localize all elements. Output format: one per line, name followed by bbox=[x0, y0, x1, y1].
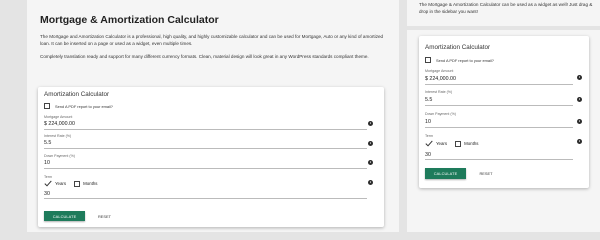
widget-pdf-report-checkbox[interactable] bbox=[425, 57, 431, 63]
widget-interest-rate-info-icon[interactable]: i bbox=[577, 97, 582, 102]
term-info-icon[interactable]: i bbox=[368, 180, 373, 185]
term-field: Term Years Months 30 bbox=[44, 175, 367, 199]
widget-calculator-card: Amortization Calculator Send A PDF repor… bbox=[419, 36, 589, 188]
widget-down-payment-info-icon[interactable]: i bbox=[577, 119, 582, 124]
widget-mortgage-amount-input[interactable]: $ 224,000.00 bbox=[425, 76, 456, 82]
widget-down-payment-field[interactable]: Down Payment (%) 10 bbox=[425, 112, 573, 128]
widget-term-years-label[interactable]: Years bbox=[436, 141, 447, 146]
term-years-label[interactable]: Years bbox=[55, 181, 66, 186]
widget-pdf-report-option[interactable]: Send A PDF report to your email? bbox=[425, 57, 494, 63]
term-label: Term bbox=[44, 175, 52, 179]
mortgage-amount-label: Mortgage Amount bbox=[44, 115, 73, 119]
term-months-label[interactable]: Months bbox=[83, 181, 97, 186]
widget-down-payment-label: Down Payment (%) bbox=[425, 112, 456, 116]
down-payment-info-icon[interactable]: i bbox=[368, 160, 373, 165]
widget-interest-rate-input[interactable]: 5.5 bbox=[425, 97, 432, 103]
widget-calculator-title: Amortization Calculator bbox=[425, 44, 491, 51]
interest-rate-field[interactable]: Interest Rate (%) 5.5 bbox=[44, 134, 367, 149]
term-input[interactable]: 30 bbox=[44, 191, 50, 197]
pdf-report-option[interactable]: Send A PDF report to your email? bbox=[44, 103, 113, 109]
widget-term-months-checkbox[interactable] bbox=[455, 140, 462, 147]
mortgage-amount-field[interactable]: Mortgage Amount $ 224,000.00 bbox=[44, 115, 367, 130]
term-options: Years Months bbox=[44, 180, 105, 187]
down-payment-label: Down Payment (%) bbox=[44, 154, 75, 158]
intro-paragraph-1: The Mortgage and Amortization Calculator… bbox=[40, 34, 384, 47]
mortgage-amount-input[interactable]: $ 224,000.00 bbox=[44, 121, 75, 127]
widget-term-field: Term Years Months 30 bbox=[425, 134, 573, 160]
widget-calculate-button[interactable]: CALCULATE bbox=[425, 168, 466, 179]
term-months-checkbox[interactable] bbox=[74, 180, 81, 187]
widget-term-input[interactable]: 30 bbox=[425, 152, 431, 158]
calculator-title: Amortization Calculator bbox=[44, 91, 110, 98]
intro-text: The Mortgage and Amortization Calculator… bbox=[40, 33, 385, 60]
intro-paragraph-2: Completely translation ready and support… bbox=[40, 53, 369, 59]
pdf-report-label: Send A PDF report to your email? bbox=[55, 103, 113, 109]
down-payment-input[interactable]: 10 bbox=[44, 160, 50, 166]
widget-mortgage-amount-info-icon[interactable]: i bbox=[577, 75, 582, 80]
widget-pdf-report-label: Send A PDF report to your email? bbox=[436, 57, 494, 63]
interest-rate-label: Interest Rate (%) bbox=[44, 134, 72, 138]
main-content-panel: Mortgage & Amortization Calculator The M… bbox=[27, 0, 399, 232]
widget-term-months-label[interactable]: Months bbox=[464, 141, 478, 146]
interest-rate-info-icon[interactable]: i bbox=[368, 141, 373, 146]
page-title: Mortgage & Amortization Calculator bbox=[40, 14, 219, 26]
interest-rate-input[interactable]: 5.5 bbox=[44, 140, 51, 146]
widget-mortgage-amount-label: Mortgage Amount bbox=[425, 69, 454, 73]
main-calculator-card: Amortization Calculator Send A PDF repor… bbox=[38, 87, 384, 227]
widget-term-options: Years Months bbox=[425, 140, 486, 147]
widget-term-info-icon[interactable]: i bbox=[577, 139, 582, 144]
sidebar-note: The Mortgage & Amortization Calculator c… bbox=[419, 2, 593, 15]
pdf-report-checkbox[interactable] bbox=[44, 103, 50, 109]
widget-interest-rate-label: Interest Rate (%) bbox=[425, 90, 453, 94]
widget-term-label: Term bbox=[425, 134, 433, 138]
widget-checkmark-icon[interactable] bbox=[425, 140, 433, 147]
sidebar-widget-panel: Amortization Calculator Send A PDF repor… bbox=[407, 30, 600, 232]
widget-interest-rate-field[interactable]: Interest Rate (%) 5.5 bbox=[425, 90, 573, 106]
widget-mortgage-amount-field[interactable]: Mortgage Amount $ 224,000.00 bbox=[425, 69, 573, 85]
widget-reset-button[interactable]: RESET bbox=[472, 168, 500, 179]
sidebar-note-panel: The Mortgage & Amortization Calculator c… bbox=[407, 0, 600, 26]
calculate-button[interactable]: CALCULATE bbox=[44, 211, 85, 221]
widget-down-payment-input[interactable]: 10 bbox=[425, 119, 431, 125]
down-payment-field[interactable]: Down Payment (%) 10 bbox=[44, 154, 367, 169]
mortgage-amount-info-icon[interactable]: i bbox=[368, 121, 373, 126]
checkmark-icon[interactable] bbox=[44, 180, 52, 187]
reset-button[interactable]: RESET bbox=[91, 211, 118, 221]
